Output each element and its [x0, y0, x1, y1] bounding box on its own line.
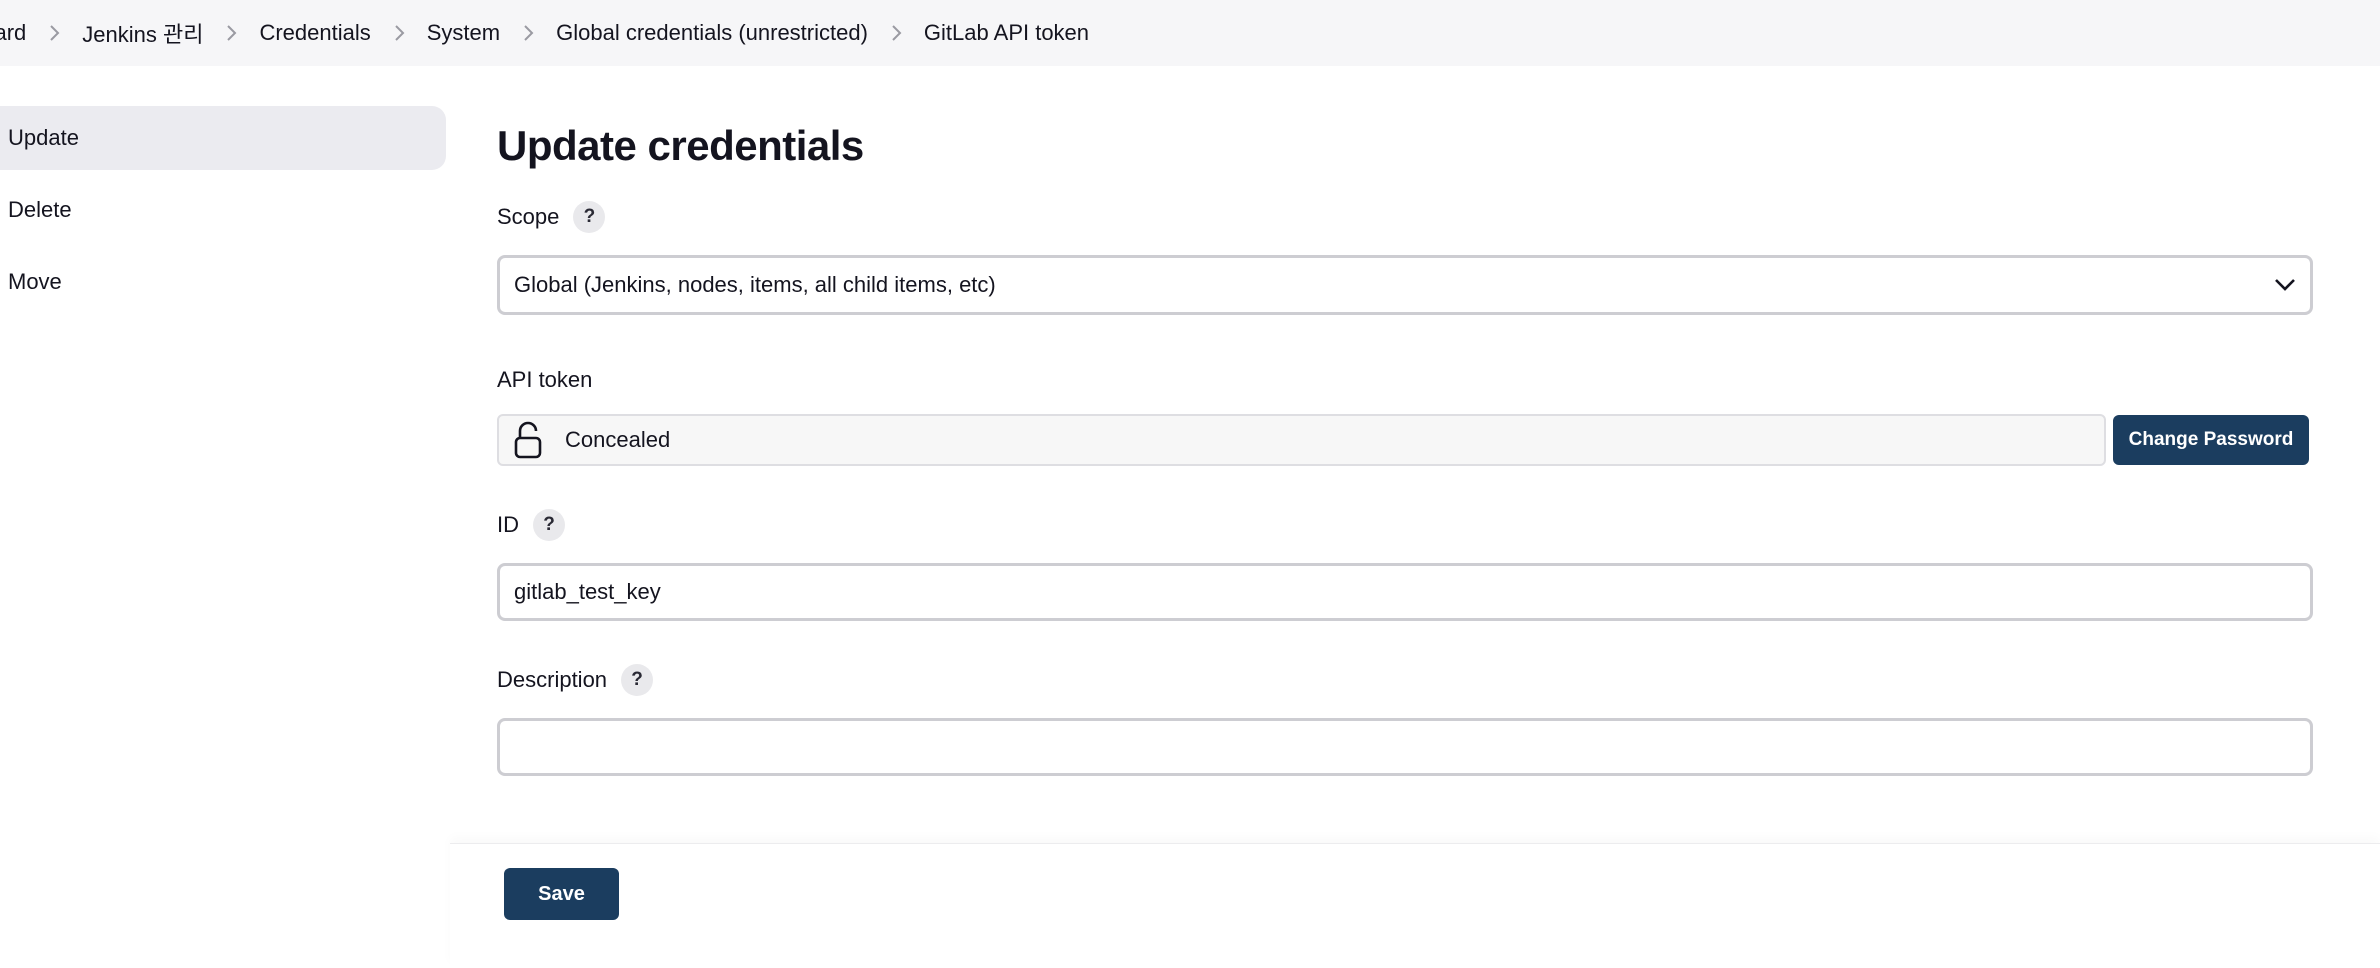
breadcrumb-item-system[interactable]: System	[427, 20, 500, 46]
breadcrumb-item-current[interactable]: GitLab API token	[924, 20, 1089, 46]
id-label-row: ID ?	[497, 508, 2313, 542]
chevron-down-icon	[2274, 278, 2296, 292]
chevron-right-icon	[203, 24, 259, 42]
api-token-label: API token	[497, 367, 593, 392]
api-token-row: Concealed Change Password	[497, 414, 2313, 466]
side-item-delete[interactable]: Delete	[0, 178, 446, 242]
id-input-value: gitlab_test_key	[514, 579, 661, 604]
id-label: ID	[497, 512, 519, 537]
breadcrumb-item-dashboard[interactable]: board	[0, 20, 26, 46]
breadcrumb: board Jenkins 관리 Credentials System Glob…	[0, 0, 2380, 66]
side-panel: Update Delete Move	[0, 106, 446, 322]
api-token-value: Concealed	[565, 427, 671, 452]
description-label: Description	[497, 667, 608, 692]
save-button[interactable]: Save	[504, 868, 619, 920]
scope-select[interactable]: Global (Jenkins, nodes, items, all child…	[497, 255, 2313, 315]
scope-label-row: Scope ?	[497, 200, 2313, 234]
chevron-right-icon	[26, 24, 82, 42]
credentials-form: Update credentials Scope ? Global (Jenki…	[497, 106, 2313, 776]
id-input[interactable]: gitlab_test_key	[497, 563, 2313, 621]
scope-label: Scope	[497, 204, 560, 229]
description-help-button[interactable]: ?	[621, 664, 654, 696]
side-item-update[interactable]: Update	[0, 106, 446, 170]
lock-icon	[513, 421, 543, 459]
scope-help-button[interactable]: ?	[573, 201, 606, 233]
description-input[interactable]	[497, 718, 2313, 776]
api-token-concealed-field: Concealed	[497, 414, 2106, 466]
description-label-row: Description ?	[497, 663, 2313, 697]
chevron-right-icon	[868, 24, 924, 42]
page-title: Update credentials	[497, 122, 864, 169]
chevron-right-icon	[371, 24, 427, 42]
change-password-button[interactable]: Change Password	[2113, 415, 2309, 465]
side-item-move[interactable]: Move	[0, 250, 446, 314]
chevron-right-icon	[500, 24, 556, 42]
id-help-button[interactable]: ?	[533, 509, 565, 541]
breadcrumb-item-credentials[interactable]: Credentials	[259, 20, 370, 46]
api-token-label-row: API token	[497, 363, 2313, 397]
scope-select-value: Global (Jenkins, nodes, items, all child…	[514, 272, 996, 297]
breadcrumb-item-global-credentials[interactable]: Global credentials (unrestricted)	[556, 20, 868, 46]
breadcrumb-item-manage-jenkins[interactable]: Jenkins 관리	[82, 17, 203, 49]
bottom-app-bar: Save	[450, 843, 2380, 968]
